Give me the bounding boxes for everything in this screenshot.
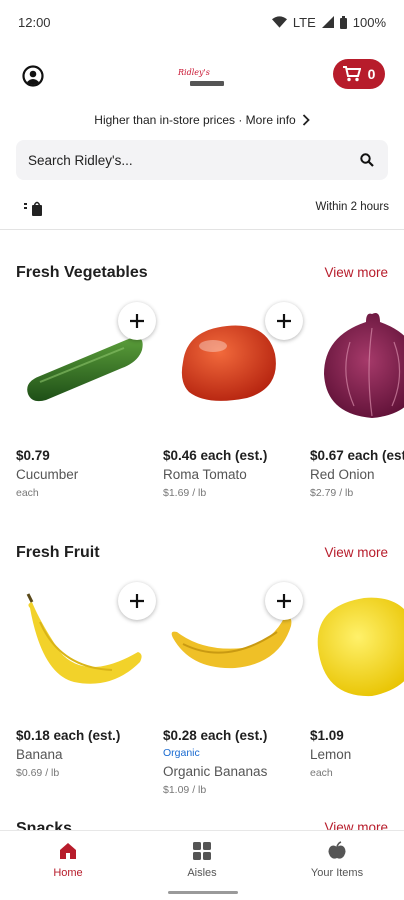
cart-count: 0 (367, 66, 376, 82)
apple-icon (328, 841, 346, 859)
product-unit: $2.79 / lb (310, 487, 354, 499)
product-price: $0.79 (16, 448, 50, 463)
section-title: Snacks (16, 820, 73, 830)
nav-aisles[interactable]: Aisles (152, 841, 252, 887)
nav-home[interactable]: Home (18, 841, 118, 887)
product-unit: $0.69 / lb (16, 767, 60, 779)
product-card[interactable]: $0.67 each (est.) Red Onion $2.79 / lb (310, 302, 404, 542)
header-divider (0, 229, 404, 230)
product-name: Banana (16, 747, 63, 762)
add-to-cart-button[interactable] (265, 302, 303, 340)
product-price: $1.09 (310, 728, 344, 743)
search-icon[interactable] (360, 153, 374, 167)
cart-icon (342, 66, 361, 82)
network-label: LTE (292, 14, 316, 30)
product-unit: $1.69 / lb (163, 487, 207, 499)
cart-button[interactable]: 0 (333, 59, 385, 89)
view-more-link[interactable]: View more (324, 265, 388, 280)
section-title: Fresh Fruit (16, 544, 100, 561)
status-bar: 12:00 LTE 100% (0, 0, 404, 44)
battery-icon (339, 15, 347, 29)
home-icon (60, 843, 76, 859)
battery-level: 100% (352, 14, 386, 30)
product-card[interactable]: $1.09 Lemon each (310, 582, 404, 822)
red-onion-image (324, 313, 404, 418)
account-button[interactable] (22, 65, 44, 87)
product-price: $0.28 each (est.) (163, 728, 268, 743)
add-to-cart-button[interactable] (118, 582, 156, 620)
product-card[interactable]: $0.18 each (est.) Banana $0.69 / lb (16, 582, 156, 822)
product-card[interactable]: $0.28 each (est.) Organic Organic Banana… (163, 582, 303, 822)
nav-label: Aisles (187, 867, 217, 879)
section-fresh-fruit: Fresh Fruit View more $0.18 each (est.) … (0, 542, 404, 812)
product-card[interactable]: $0.46 each (est.) Roma Tomato $1.69 / lb (163, 302, 303, 542)
nav-label: Home (53, 867, 83, 879)
search-placeholder: Search Ridley's... (28, 152, 133, 168)
product-name: Roma Tomato (163, 467, 247, 482)
plus-icon (130, 594, 144, 608)
storefront-bag-icon (24, 201, 42, 216)
section-header: Fresh Vegetables View more (16, 262, 388, 286)
product-name: Lemon (310, 747, 352, 762)
delivery-eta: Within 2 hours (315, 201, 389, 213)
view-more-link[interactable]: View more (324, 545, 388, 560)
plus-icon (130, 314, 144, 328)
product-name: Red Onion (310, 467, 375, 482)
product-price: $0.18 each (est.) (16, 728, 121, 743)
add-to-cart-button[interactable] (265, 582, 303, 620)
wifi-icon (271, 16, 287, 28)
grid-icon (193, 842, 211, 860)
add-to-cart-button[interactable] (118, 302, 156, 340)
app-header: Ridley's 0 (0, 52, 404, 98)
product-unit: each (16, 487, 39, 499)
product-unit: $1.09 / lb (163, 784, 207, 796)
lemon-image (317, 597, 404, 697)
section-snacks: Snacks View more (16, 818, 388, 830)
logo-underline (190, 81, 224, 86)
product-name: Organic Bananas (163, 764, 268, 779)
nav-label: Your Items (310, 867, 364, 879)
status-time: 12:00 (18, 14, 51, 30)
product-name: Cucumber (16, 467, 79, 482)
bottom-navigation: Home Aisles Your Items (0, 830, 404, 900)
organic-badge: Organic (163, 747, 200, 759)
logo-text: Ridley's (178, 68, 210, 77)
status-icons: LTE 100% (271, 14, 386, 30)
product-card[interactable]: $0.79 Cucumber each (16, 302, 156, 542)
product-price: $0.67 each (est.) (310, 448, 404, 463)
price-info-link[interactable]: Higher than in-store prices · More info (0, 110, 404, 130)
section-header: Fresh Fruit View more (16, 542, 388, 566)
price-info-text: Higher than in-store prices · More info (94, 113, 296, 127)
fulfillment-row[interactable]: Within 2 hours (0, 196, 404, 220)
plus-icon (277, 594, 291, 608)
product-price: $0.46 each (est.) (163, 448, 268, 463)
section-fresh-vegetables: Fresh Vegetables View more $0.79 Cucumbe… (0, 262, 404, 512)
view-more-link[interactable]: View more (324, 820, 388, 830)
nav-your-items[interactable]: Your Items (287, 841, 387, 887)
plus-icon (277, 314, 291, 328)
search-input[interactable]: Search Ridley's... (16, 140, 388, 180)
store-logo[interactable]: Ridley's (178, 68, 228, 90)
section-title: Fresh Vegetables (16, 264, 148, 281)
chevron-right-icon (302, 114, 310, 126)
product-unit: each (310, 767, 333, 779)
gesture-bar[interactable] (168, 891, 238, 894)
signal-icon (321, 16, 334, 28)
account-icon (22, 65, 44, 87)
